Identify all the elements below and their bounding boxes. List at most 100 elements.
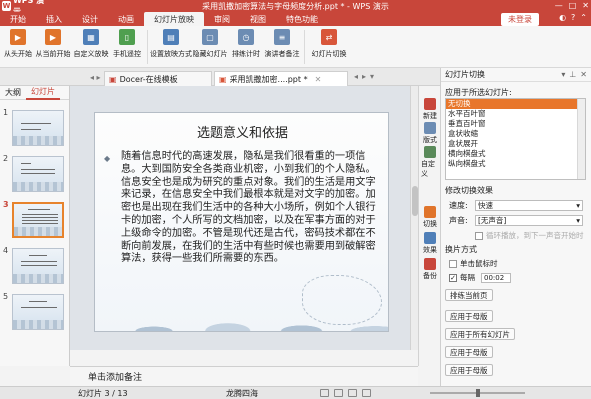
- auto-advance-option[interactable]: ✓ 每隔 00:02: [449, 272, 511, 283]
- tab-scroll-left-icon[interactable]: ◂: [354, 72, 358, 81]
- zoom-slider[interactable]: [430, 389, 525, 397]
- setup-show-button[interactable]: ▤ 设置放映方式: [150, 26, 192, 66]
- apply-master-button[interactable]: 应用于母版: [445, 310, 493, 322]
- transition-option[interactable]: 垂直百叶窗: [446, 119, 585, 129]
- login-button[interactable]: 未登录: [501, 13, 539, 26]
- menu-review[interactable]: 审阅: [204, 12, 240, 26]
- window-controls: — □ ✕: [555, 1, 589, 10]
- transition-list-scrollbar[interactable]: [577, 99, 585, 179]
- reading-view-icon[interactable]: [348, 389, 357, 397]
- window-title: 采用凯撒加密算法与字母频度分析.ppt * - WPS 演示: [202, 2, 389, 11]
- zoom-slider-knob[interactable]: [476, 389, 480, 397]
- tab-slides[interactable]: 幻灯片: [26, 86, 60, 100]
- menu-home[interactable]: 开始: [0, 12, 36, 26]
- close-pane-icon[interactable]: ✕: [580, 70, 587, 79]
- auto-advance-checkbox[interactable]: ✓: [449, 273, 457, 282]
- play-current-icon: ▶: [45, 29, 61, 45]
- loop-checkbox[interactable]: [475, 231, 483, 240]
- transition-option[interactable]: 无切换: [446, 99, 585, 109]
- transition-icon: [424, 206, 436, 218]
- side-new-button[interactable]: 新建: [421, 98, 439, 121]
- on-click-option[interactable]: 单击鼠标时: [449, 258, 498, 269]
- advance-time-input[interactable]: 00:02: [481, 272, 511, 283]
- slide-thumbnail-5[interactable]: 5: [0, 292, 70, 336]
- close-tab-icon[interactable]: ✕: [315, 75, 322, 84]
- apply-master-button-3[interactable]: 应用于母版: [445, 364, 493, 376]
- menu-bar: 开始 插入 设计 动画 幻灯片放映 审阅 视图 特色功能 未登录 ◐ ? ⌃: [0, 12, 591, 26]
- side-effect-button[interactable]: 效果: [421, 232, 439, 255]
- rehearse-timing-button[interactable]: ◷ 排练计时: [229, 26, 263, 66]
- slide-body-text[interactable]: 随着信息时代的高速发展，隐私是我们很看重的一项信息。大到国防安全各类商业机密，小…: [121, 151, 383, 266]
- apply-master-button-2[interactable]: 应用于母版: [445, 346, 493, 358]
- notes-pane[interactable]: 单击添加备注: [70, 366, 418, 386]
- advance-label: 换片方式: [445, 245, 477, 254]
- speed-label: 速度:: [449, 200, 468, 210]
- side-backup-button[interactable]: 备份: [421, 258, 439, 281]
- view-switcher: [320, 389, 371, 397]
- speed-select[interactable]: 快速 ▾: [475, 199, 583, 211]
- tab-outline[interactable]: 大纲: [0, 86, 26, 100]
- speaker-notes-button[interactable]: ≡ 演讲者备注: [263, 26, 301, 66]
- from-start-button[interactable]: ▶ 从头开始: [2, 26, 34, 66]
- effect-icon: [424, 232, 436, 244]
- hide-slide-button[interactable]: ▢ 隐藏幻灯片: [191, 26, 229, 66]
- loop-sound-option[interactable]: 循环播放，到下一声音开始时: [475, 230, 584, 241]
- slideshow-icon[interactable]: [362, 389, 371, 397]
- from-current-button[interactable]: ▶ 从当前开始: [34, 26, 72, 66]
- apply-all-button[interactable]: 应用于所有幻灯片: [445, 328, 515, 340]
- slide-thumbnail-4[interactable]: 4: [0, 246, 70, 290]
- transition-option[interactable]: 水平百叶窗: [446, 109, 585, 119]
- current-slide[interactable]: 选题意义和依据 ◆ 随着信息时代的高速发展，隐私是我们很看重的一项信息。大到国防…: [94, 112, 389, 332]
- slide-thumbnail-3[interactable]: 3: [0, 200, 70, 244]
- side-transition-button[interactable]: 切换: [421, 206, 439, 229]
- bullet-icon: ◆: [104, 154, 111, 163]
- notes-placeholder: 单击添加备注: [88, 373, 143, 383]
- vertical-scrollbar[interactable]: [410, 86, 418, 350]
- slide-thumbnail-panel: 大纲 幻灯片 1 2 3 4 5: [0, 86, 70, 366]
- skin-icon[interactable]: ◐: [559, 13, 566, 22]
- help-icon[interactable]: ?: [571, 13, 575, 22]
- tab-nav-arrows[interactable]: ◂ ▸: [90, 73, 101, 82]
- slide-title[interactable]: 选题意义和依据: [95, 122, 388, 141]
- dropdown-icon[interactable]: ▾: [561, 70, 565, 79]
- menu-animation[interactable]: 动画: [108, 12, 144, 26]
- ribbon-separator: [147, 30, 148, 64]
- chevron-down-icon: ▾: [576, 200, 580, 210]
- docer-icon: ▣: [109, 74, 117, 84]
- close-icon[interactable]: ✕: [582, 1, 589, 10]
- tab-scroll-arrows: ◂ ▸ ▾: [354, 72, 374, 81]
- side-layout-button[interactable]: 版式: [421, 122, 439, 145]
- tab-current-document[interactable]: ▣ 采用凯撒加密....ppt * ✕: [214, 71, 348, 86]
- sound-label: 声音:: [449, 215, 468, 225]
- transition-option[interactable]: 横向棋盘式: [446, 149, 585, 159]
- phone-remote-button[interactable]: ▯ 手机遥控: [110, 26, 144, 66]
- transition-option[interactable]: 盒状展开: [446, 139, 585, 149]
- tab-scroll-right-icon[interactable]: ▸: [362, 72, 366, 81]
- tab-docer[interactable]: ▣ Docer-在线模板: [104, 71, 212, 86]
- slide-preview: [12, 110, 64, 146]
- slide-thumbnail-1[interactable]: 1: [0, 108, 70, 152]
- slide-thumbnail-2[interactable]: 2: [0, 154, 70, 198]
- sorter-view-icon[interactable]: [334, 389, 343, 397]
- normal-view-icon[interactable]: [320, 389, 329, 397]
- menu-design[interactable]: 设计: [72, 12, 108, 26]
- menu-special[interactable]: 特色功能: [276, 12, 328, 26]
- maximize-icon[interactable]: □: [569, 1, 577, 10]
- slide-transition-button[interactable]: ⇄ 幻灯片切换: [308, 26, 350, 66]
- transition-option[interactable]: 盒状收缩: [446, 129, 585, 139]
- hide-slide-icon: ▢: [202, 29, 218, 45]
- menu-slideshow[interactable]: 幻灯片放映: [144, 12, 204, 26]
- custom-show-button[interactable]: ▦ 自定义放映: [72, 26, 110, 66]
- pin-icon[interactable]: ⊥: [569, 70, 576, 79]
- side-custom-button[interactable]: 自定义: [421, 146, 439, 179]
- rehearse-current-button[interactable]: 排练当前页: [445, 289, 493, 301]
- tab-list-icon[interactable]: ▾: [370, 72, 374, 81]
- transition-list[interactable]: 无切换 水平百叶窗 垂直百叶窗 盒状收缩 盒状展开 横向棋盘式 纵向棋盘式: [445, 98, 586, 180]
- minimize-icon[interactable]: —: [555, 1, 563, 10]
- transition-option[interactable]: 纵向棋盘式: [446, 159, 585, 169]
- sound-select[interactable]: [无声音] ▾: [475, 214, 583, 226]
- collapse-ribbon-icon[interactable]: ⌃: [580, 13, 587, 22]
- menu-view[interactable]: 视图: [240, 12, 276, 26]
- on-click-checkbox[interactable]: [449, 259, 457, 268]
- menu-insert[interactable]: 插入: [36, 12, 72, 26]
